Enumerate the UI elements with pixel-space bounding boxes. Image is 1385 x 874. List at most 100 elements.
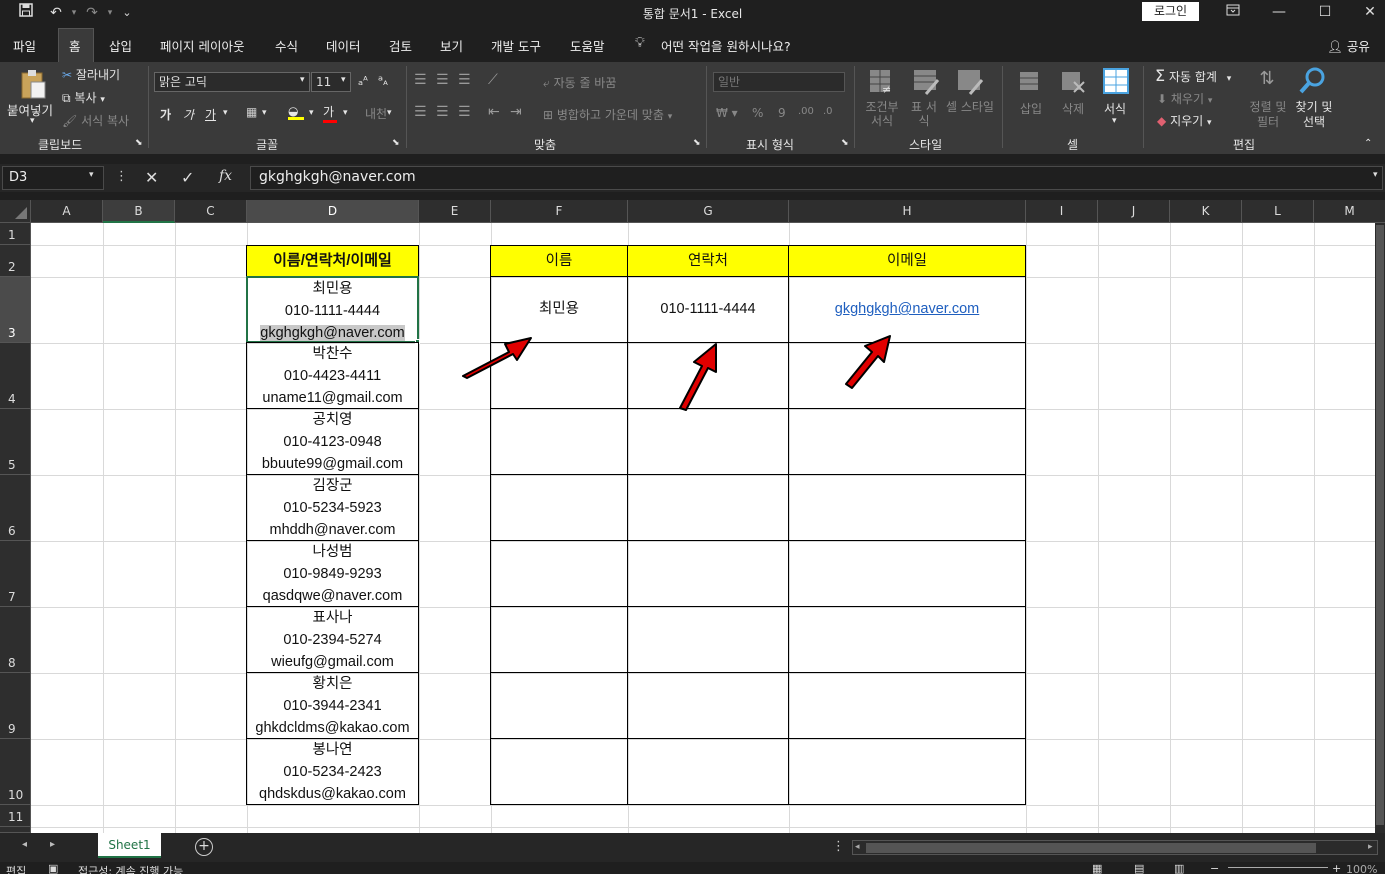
comma-icon[interactable]: 9 <box>778 106 786 120</box>
decrease-indent-icon[interactable]: ⇤ <box>488 104 500 120</box>
chevron-down-icon[interactable]: ▾ <box>387 108 392 118</box>
column-header-b[interactable]: B <box>103 200 175 223</box>
cell-g10[interactable] <box>627 738 789 805</box>
dialog-launcher-icon[interactable]: ⬊ <box>693 138 701 148</box>
chevron-down-icon[interactable]: ▾ <box>309 108 314 118</box>
next-sheet-icon[interactable]: ▸ <box>50 839 55 850</box>
accessibility-status[interactable]: 접근성: 계속 진행 가능 <box>78 863 183 874</box>
cell-g5[interactable] <box>627 408 789 475</box>
tab-review[interactable]: 검토 <box>389 36 412 55</box>
row-header-1[interactable]: 1 <box>0 223 31 245</box>
column-header-l[interactable]: L <box>1242 200 1314 223</box>
bold-button[interactable]: 가 <box>160 106 171 123</box>
decrease-decimal-icon[interactable]: .0 <box>823 106 833 117</box>
cell-d7[interactable]: 나성범 010-9849-9293 qasdqwe@naver.com <box>246 540 419 607</box>
cell-h4[interactable] <box>788 342 1026 409</box>
cell-d4[interactable]: 박찬수 010-4423-4411 uname11@gmail.com <box>246 342 419 409</box>
increase-indent-icon[interactable]: ⇥ <box>510 104 522 120</box>
chevron-down-icon[interactable]: ▾ <box>343 108 348 118</box>
vertical-scroll-thumb[interactable] <box>1376 225 1384 825</box>
italic-button[interactable]: 가 <box>183 106 194 123</box>
cancel-icon[interactable]: ✕ <box>145 168 158 187</box>
dialog-launcher-icon[interactable]: ⬊ <box>841 138 849 148</box>
tab-insert[interactable]: 삽입 <box>109 36 132 55</box>
tab-data[interactable]: 데이터 <box>326 36 361 55</box>
chevron-down-icon[interactable]: ▾ <box>262 108 267 118</box>
chevron-down-icon[interactable]: ▾ <box>89 170 94 180</box>
cell-h9[interactable] <box>788 672 1026 739</box>
dialog-launcher-icon[interactable]: ⬊ <box>135 138 143 148</box>
chevron-down-icon[interactable]: ▾ <box>300 75 305 85</box>
format-painter-button[interactable]: 🖌︎ 서식 복사 <box>62 112 129 129</box>
close-icon[interactable]: ✕ <box>1355 2 1385 22</box>
zoom-level[interactable]: 100% <box>1346 863 1377 874</box>
row-header-10[interactable]: 10 <box>0 739 31 805</box>
align-right-icon[interactable]: ☰ <box>458 104 471 120</box>
column-header-c[interactable]: C <box>175 200 247 223</box>
align-center-icon[interactable]: ☰ <box>436 104 449 120</box>
tab-formulas[interactable]: 수식 <box>275 36 298 55</box>
cell-d6[interactable]: 김장군 010-5234-5923 mhddh@naver.com <box>246 474 419 541</box>
expand-formula-icon[interactable]: ▾ <box>1373 170 1378 180</box>
column-header-i[interactable]: I <box>1026 200 1098 223</box>
cell-f6[interactable] <box>490 474 628 541</box>
minimize-icon[interactable]: — <box>1264 2 1294 22</box>
row-header-9[interactable]: 9 <box>0 673 31 739</box>
format-cells-button[interactable]: 서식 <box>1104 100 1126 117</box>
autosum-button[interactable]: Σ 자동 합계 ▾ <box>1155 66 1231 85</box>
scroll-left-icon[interactable]: ◂ <box>855 842 860 852</box>
column-header-g[interactable]: G <box>628 200 789 223</box>
font-color-button[interactable]: 가 <box>323 103 337 123</box>
tab-file[interactable]: 파일 <box>13 36 36 55</box>
align-bottom-icon[interactable]: ☰ <box>458 72 471 88</box>
header-email-cell[interactable]: 이메일 <box>788 245 1026 277</box>
scroll-right-icon[interactable]: ▸ <box>1368 842 1373 852</box>
row-header-4[interactable]: 4 <box>0 343 31 409</box>
column-header-d[interactable]: D <box>247 200 419 223</box>
tab-home[interactable]: 홈 <box>69 36 81 55</box>
column-header-a[interactable]: A <box>31 200 103 223</box>
cell-styles-button[interactable]: 셀 스타일 <box>945 100 995 114</box>
enter-icon[interactable]: ✓ <box>181 168 194 187</box>
select-all-button[interactable] <box>0 200 31 223</box>
chevron-down-icon[interactable]: ▾ <box>223 108 228 118</box>
page-break-view-icon[interactable]: ▥ <box>1174 862 1184 874</box>
cut-button[interactable]: ✂ 잘라내기 <box>62 66 120 83</box>
tab-help[interactable]: 도움말 <box>570 36 605 55</box>
column-header-e[interactable]: E <box>419 200 491 223</box>
cell-f9[interactable] <box>490 672 628 739</box>
fill-button[interactable]: ⬇ 채우기 ▾ <box>1157 90 1212 107</box>
cell-h6[interactable] <box>788 474 1026 541</box>
accounting-icon[interactable]: ₩ ▾ <box>716 106 738 120</box>
login-button[interactable]: 로그인 <box>1142 2 1199 21</box>
cell-h8[interactable] <box>788 606 1026 673</box>
cell-d9[interactable]: 황치은 010-3944-2341 ghkdcldms@kakao.com <box>246 672 419 739</box>
chevron-down-icon[interactable]: ▾ <box>30 116 35 126</box>
underline-button[interactable]: 가 <box>205 106 216 123</box>
sheet-tab-sheet1[interactable]: Sheet1 <box>98 833 161 858</box>
more-options-icon[interactable]: ⋮ <box>832 839 845 854</box>
cell-h5[interactable] <box>788 408 1026 475</box>
chevron-down-icon[interactable]: ▾ <box>341 75 346 85</box>
cell-f10[interactable] <box>490 738 628 805</box>
share-button[interactable]: 👤︎ 공유 <box>1327 36 1370 55</box>
align-left-icon[interactable]: ☰ <box>414 104 427 120</box>
align-top-icon[interactable]: ☰ <box>414 72 427 88</box>
cell-h3-email-link[interactable]: gkghgkgh@naver.com <box>788 276 1026 343</box>
phonetic-icon[interactable]: 내천 <box>365 105 387 122</box>
normal-view-icon[interactable]: ▦ <box>1092 862 1102 874</box>
zoom-out-icon[interactable]: − <box>1210 862 1219 874</box>
maximize-icon[interactable]: ☐ <box>1310 2 1340 22</box>
combined-header-cell[interactable]: 이름/연락처/이메일 <box>246 245 419 277</box>
cell-h10[interactable] <box>788 738 1026 805</box>
add-sheet-icon[interactable]: + <box>195 838 213 856</box>
tab-view[interactable]: 보기 <box>440 36 463 55</box>
column-header-k[interactable]: K <box>1170 200 1242 223</box>
font-name-select[interactable]: 맑은 고딕 <box>154 72 310 92</box>
cell-f8[interactable] <box>490 606 628 673</box>
clear-button[interactable]: ◆ 지우기 ▾ <box>1157 112 1212 129</box>
insert-function-icon[interactable]: fx <box>219 168 232 184</box>
chevron-down-icon[interactable]: ▾ <box>1112 116 1117 126</box>
horizontal-scroll-thumb[interactable] <box>866 843 1316 853</box>
collapse-ribbon-icon[interactable]: ⌃ <box>1364 138 1372 149</box>
